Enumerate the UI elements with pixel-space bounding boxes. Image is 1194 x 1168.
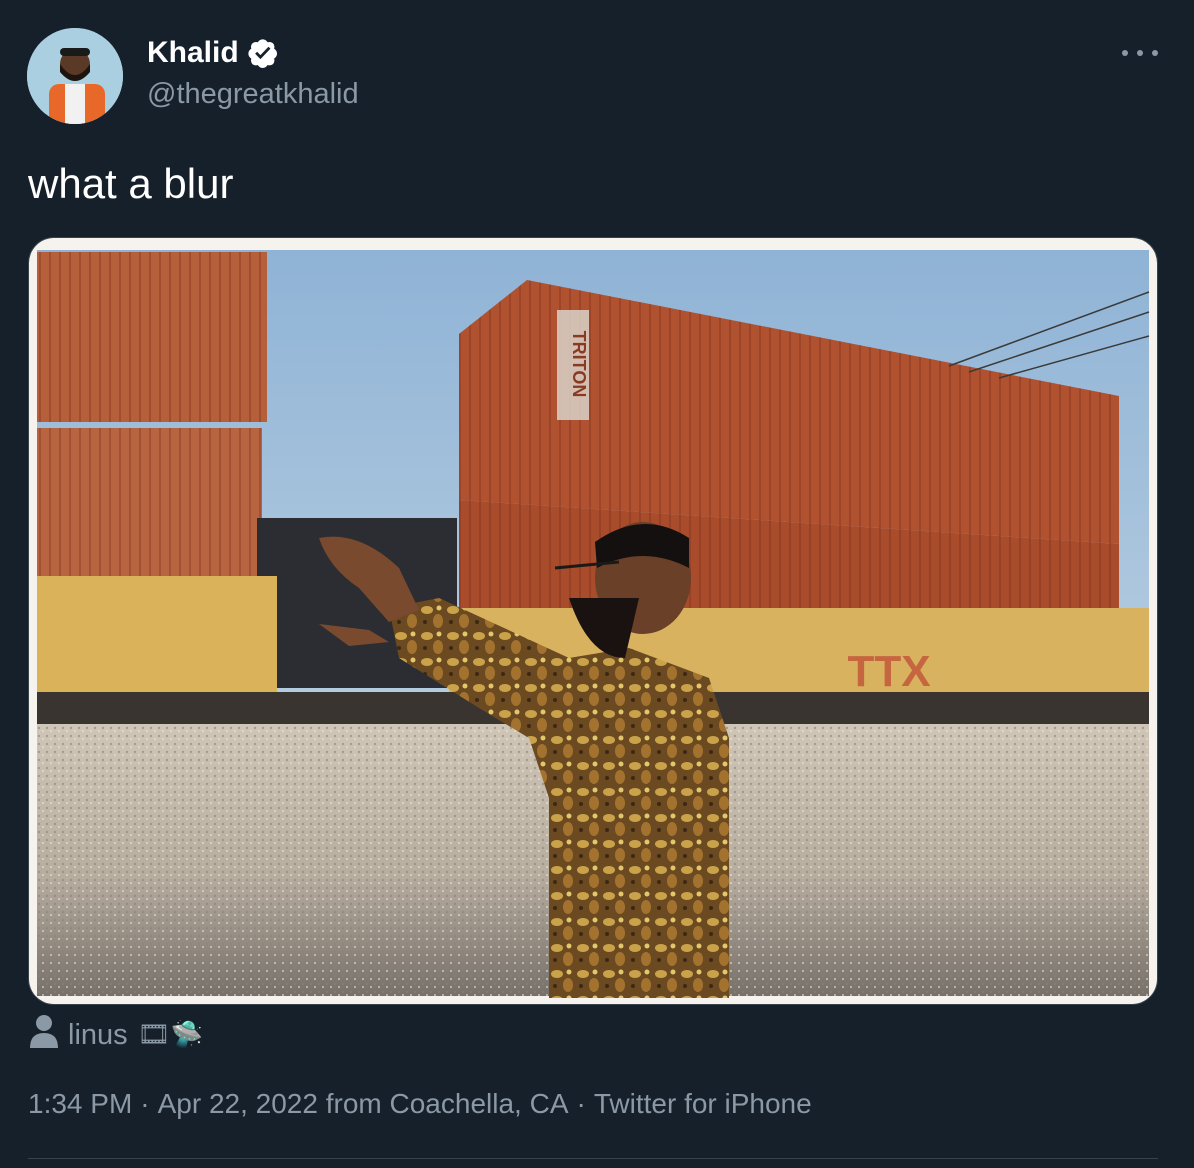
author-name[interactable]: Khalid [147,36,279,70]
divider [28,1158,1158,1159]
tagged-user-name: linus [68,1018,128,1051]
more-dot [1152,50,1158,56]
meta-separator: · [576,1088,586,1119]
meta-separator: · [140,1088,150,1119]
avatar[interactable] [27,28,123,124]
tweet-text: what a blur [28,160,234,207]
tagged-user[interactable]: linus 🎞🛸 [30,1014,204,1056]
tweet-date-location[interactable]: Apr 22, 2022 from Coachella, CA [158,1088,569,1120]
more-options-icon[interactable] [1122,38,1158,68]
more-dot [1122,50,1128,56]
tweet-meta: 1:34 PM · Apr 22, 2022 from Coachella, C… [28,1088,812,1120]
verified-badge-icon [247,37,279,69]
tweet-photo[interactable]: TRITON TTX [28,237,1158,1005]
author-handle[interactable]: @thegreatkhalid [147,78,359,111]
railcar-label: TTX [847,647,930,696]
person-icon [30,1014,58,1056]
tagged-user-emoji: 🎞🛸 [137,1020,204,1050]
tweet-detail: Khalid @thegreatkhalid what a blur TRITO… [0,0,1194,1168]
more-dot [1137,50,1143,56]
tweet-source[interactable]: Twitter for iPhone [594,1088,812,1120]
author-name-text: Khalid [147,36,239,69]
tweet-time[interactable]: 1:34 PM [28,1088,132,1120]
container-label: TRITON [569,331,589,398]
